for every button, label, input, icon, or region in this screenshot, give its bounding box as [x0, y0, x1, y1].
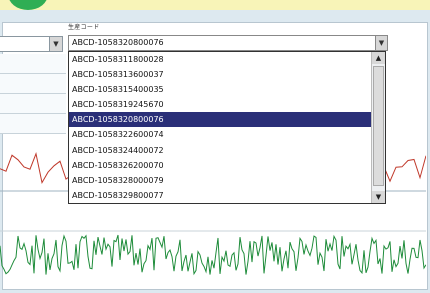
dropdown-option[interactable]: ABCD-1058315400035 [69, 82, 373, 97]
grid-row [0, 94, 66, 114]
dropdown-option[interactable]: ABCD-1058329800077 [69, 188, 373, 203]
dropdown-option[interactable]: ABCD-1058324400072 [69, 143, 373, 158]
dropdown-option[interactable]: ABCD-1058313600037 [69, 67, 373, 82]
grid-row [0, 54, 66, 74]
chevron-down-icon[interactable]: ▼ [49, 37, 62, 51]
production-code-dropdown[interactable]: ABCD-1058311800028 ABCD-1058313600037 ABCD… [68, 51, 386, 204]
grid-row [0, 114, 66, 134]
dropdown-option[interactable]: ABCD-1058328000079 [69, 173, 373, 188]
left-select[interactable]: ▼ [0, 36, 63, 52]
chevron-down-icon[interactable]: ▼ [375, 36, 387, 50]
dropdown-scrollbar[interactable]: ▲ ▼ [371, 52, 385, 203]
left-row-grid [0, 54, 66, 134]
scroll-down-icon[interactable]: ▼ [372, 191, 385, 203]
production-code-combobox[interactable]: ABCD-1058320800076 ▼ [68, 35, 388, 51]
green-series-line [0, 234, 426, 276]
dropdown-option[interactable]: ABCD-1058326200070 [69, 158, 373, 173]
dropdown-option[interactable]: ABCD-1058319245670 [69, 97, 373, 112]
production-code-label: 生産コード [68, 24, 100, 31]
dropdown-option[interactable]: ABCD-1058322600074 [69, 127, 373, 142]
dropdown-list: ABCD-1058311800028 ABCD-1058313600037 ABCD… [69, 52, 373, 203]
scroll-thumb[interactable] [373, 66, 384, 186]
scroll-up-icon[interactable]: ▲ [372, 52, 385, 64]
banner [0, 0, 430, 10]
grid-row [0, 74, 66, 94]
green-signal-series [0, 234, 426, 276]
dropdown-option[interactable]: ABCD-1058320800076 [69, 112, 373, 128]
combobox-value: ABCD-1058320800076 [72, 38, 164, 47]
banner-logo-icon [8, 0, 48, 10]
dropdown-option[interactable]: ABCD-1058311800028 [69, 52, 373, 67]
